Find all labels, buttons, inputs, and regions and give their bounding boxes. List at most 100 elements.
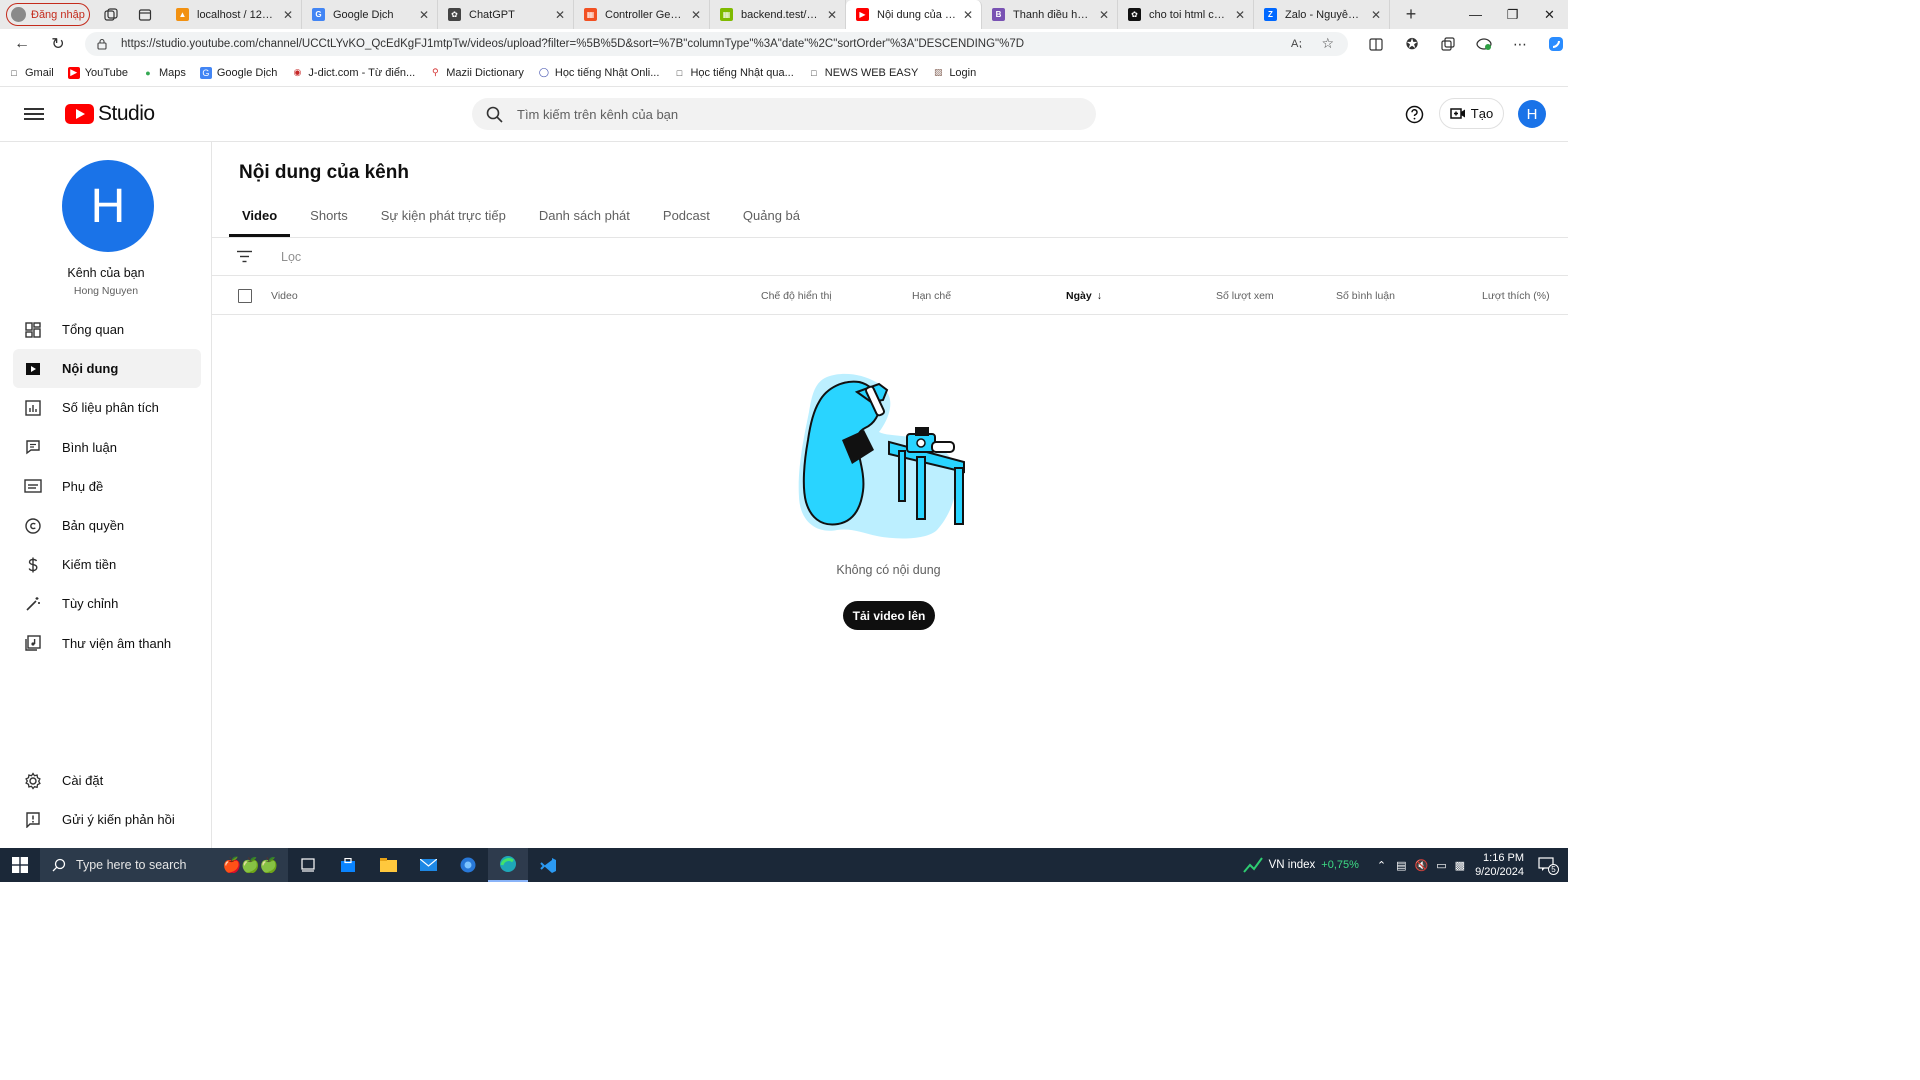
display-icon[interactable]: ▭	[1436, 859, 1446, 872]
sidebar-item-analytics[interactable]: Số liệu phân tích	[13, 388, 201, 427]
column-date[interactable]: Ngày ↓	[1066, 290, 1102, 302]
wifi-icon[interactable]: ▩	[1455, 859, 1465, 872]
vscode-icon[interactable]	[528, 848, 568, 882]
hamburger-menu-icon[interactable]	[22, 103, 46, 125]
close-tab-icon[interactable]: ✕	[827, 8, 837, 22]
column-visibility[interactable]: Chế độ hiển thị	[761, 290, 832, 302]
browser-tab[interactable]: ▲ localhost / 127.0.0.1 ✕	[166, 0, 302, 29]
windows-start-icon[interactable]	[0, 848, 40, 882]
sidebar-item-subtitles[interactable]: Phụ đề	[13, 467, 201, 506]
sidebar-item-audio-library[interactable]: Thư viện âm thanh	[13, 624, 201, 663]
bookmark-item[interactable]: ● Maps	[142, 67, 186, 79]
bookmark-item[interactable]: ▶ YouTube	[67, 66, 128, 79]
sidebar-item-comments[interactable]: Bình luận	[13, 428, 201, 467]
copilot-icon[interactable]	[1538, 29, 1574, 59]
security-shield-icon[interactable]	[448, 848, 488, 882]
volume-muted-icon[interactable]: 🔇	[1415, 859, 1429, 872]
microsoft-store-icon[interactable]	[328, 848, 368, 882]
notifications-icon[interactable]: 5	[1538, 856, 1564, 875]
tab-sự-kiện-phát-trực-tiếp[interactable]: Sự kiện phát trực tiếp	[368, 200, 519, 237]
sidebar-item-content[interactable]: Nội dung	[13, 349, 201, 389]
browser-essentials-icon[interactable]	[1466, 29, 1502, 59]
close-tab-icon[interactable]: ✕	[555, 8, 565, 22]
sidebar-item-copyright[interactable]: Bản quyền	[13, 506, 201, 545]
studio-logo[interactable]: Studio	[65, 102, 155, 126]
bookmark-item[interactable]: ◯ Học tiếng Nhật Onli...	[538, 67, 660, 79]
clock-time[interactable]: 1:16 PM	[1483, 851, 1524, 865]
profile-button[interactable]: Đăng nhập	[6, 3, 90, 26]
workspaces-icon[interactable]	[94, 0, 128, 29]
browser-tab[interactable]: B Thanh điều hướng ✕	[982, 0, 1118, 29]
browser-tab[interactable]: ✿ ChatGPT ✕	[438, 0, 574, 29]
column-views[interactable]: Số lượt xem	[1216, 290, 1274, 302]
browser-tab[interactable]: ▦ backend.test/video/ ✕	[710, 0, 846, 29]
file-explorer-icon[interactable]	[368, 848, 408, 882]
restore-icon[interactable]: ❐	[1494, 0, 1531, 29]
mail-icon[interactable]	[408, 848, 448, 882]
clock-date[interactable]: 9/20/2024	[1475, 865, 1524, 879]
tab-actions-icon[interactable]	[128, 0, 162, 29]
close-tab-icon[interactable]: ✕	[1371, 8, 1381, 22]
help-icon[interactable]	[1405, 105, 1424, 129]
select-all-checkbox[interactable]	[238, 289, 252, 303]
close-tab-icon[interactable]: ✕	[1099, 8, 1109, 22]
tab-quảng-bá[interactable]: Quảng bá	[730, 200, 813, 237]
stock-label[interactable]: VN index	[1269, 859, 1316, 871]
column-restrictions[interactable]: Hạn chế	[912, 290, 951, 302]
bookmark-item[interactable]: □ Gmail	[8, 67, 53, 79]
channel-search-input[interactable]: Tìm kiếm trên kênh của bạn	[472, 98, 1096, 130]
sidebar-item-customization[interactable]: Tùy chỉnh	[13, 584, 201, 623]
create-button[interactable]: Tạo	[1439, 98, 1504, 129]
close-window-icon[interactable]: ✕	[1531, 0, 1568, 29]
show-hidden-icons-icon[interactable]: ⌃	[1377, 859, 1386, 872]
sidebar-item-feedback[interactable]: Gửi ý kiến phản hồi	[13, 800, 201, 839]
favorite-star-icon[interactable]: ☆	[1321, 35, 1334, 52]
sidebar-item-dashboard[interactable]: Tổng quan	[13, 310, 201, 349]
browser-tab[interactable]: Z Zalo - Nguyễn Xuân ✕	[1254, 0, 1390, 29]
sidebar-item-settings[interactable]: Cài đặt	[13, 761, 201, 800]
close-tab-icon[interactable]: ✕	[419, 8, 429, 22]
close-tab-icon[interactable]: ✕	[963, 8, 973, 22]
filter-bar[interactable]: Lọc	[212, 238, 1568, 276]
tab-shorts[interactable]: Shorts	[297, 200, 361, 237]
lock-icon[interactable]	[97, 38, 107, 50]
favorites-icon[interactable]: ✪	[1394, 29, 1430, 59]
tab-video[interactable]: Video	[229, 200, 291, 237]
column-comments[interactable]: Số bình luận	[1336, 290, 1395, 302]
edge-browser-icon[interactable]	[488, 848, 528, 882]
read-aloud-icon[interactable]: A⁏	[1291, 37, 1302, 50]
tab-danh-sách-phát[interactable]: Danh sách phát	[526, 200, 643, 237]
task-view-icon[interactable]	[288, 848, 328, 882]
bookmark-item[interactable]: ⚲ Mazii Dictionary	[429, 67, 524, 79]
browser-tab[interactable]: ✿ cho toi html css cua ✕	[1118, 0, 1254, 29]
new-tab-icon[interactable]: +	[1394, 0, 1428, 29]
minimize-icon[interactable]: —	[1457, 0, 1494, 29]
browser-tab[interactable]: ▦ Controller Generato ✕	[574, 0, 710, 29]
collections-icon[interactable]	[1430, 29, 1466, 59]
back-icon[interactable]: ←	[4, 29, 40, 59]
bookmark-item[interactable]: ◉ J-dict.com - Từ điển...	[291, 67, 415, 79]
upload-video-button[interactable]: Tải video lên	[843, 601, 935, 630]
filter-input[interactable]: Lọc	[281, 250, 301, 264]
bookmark-item[interactable]: ▨ Login	[932, 67, 976, 79]
close-tab-icon[interactable]: ✕	[691, 8, 701, 22]
browser-tab[interactable]: ▶ Nội dung của kênh ✕	[846, 0, 982, 29]
tab-podcast[interactable]: Podcast	[650, 200, 723, 237]
filter-icon[interactable]	[237, 250, 252, 263]
column-video[interactable]: Video	[271, 290, 298, 302]
refresh-icon[interactable]: ↻	[40, 29, 76, 59]
network-device-icon[interactable]: ▤	[1396, 859, 1406, 872]
close-tab-icon[interactable]: ✕	[1235, 8, 1245, 22]
bookmark-item[interactable]: □ NEWS WEB EASY	[808, 67, 918, 79]
bookmark-item[interactable]: G Google Dịch	[199, 66, 277, 79]
close-tab-icon[interactable]: ✕	[283, 8, 293, 22]
bookmark-item[interactable]: □ Học tiếng Nhật qua...	[673, 67, 794, 79]
url-field[interactable]: https://studio.youtube.com/channel/UCCtL…	[85, 32, 1348, 56]
split-screen-icon[interactable]	[1358, 29, 1394, 59]
browser-tab[interactable]: G Google Dịch ✕	[302, 0, 438, 29]
account-avatar[interactable]: H	[1518, 100, 1546, 128]
taskbar-search-input[interactable]: Type here to search 🍎🍏🍏	[40, 848, 288, 882]
channel-avatar[interactable]: H	[62, 160, 154, 252]
more-menu-icon[interactable]: ⋯	[1502, 29, 1538, 59]
sidebar-item-monetization[interactable]: Kiếm tiền	[13, 545, 201, 584]
